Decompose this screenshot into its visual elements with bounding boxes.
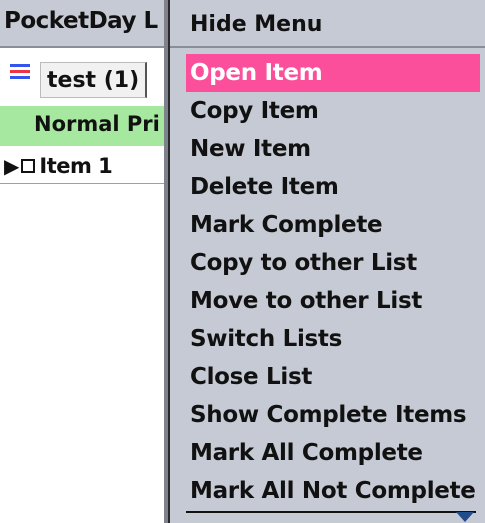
scroll-down-arrow-icon[interactable] xyxy=(456,512,474,522)
list-item-label: Item 1 xyxy=(39,153,113,178)
app-title: PocketDay L xyxy=(4,8,158,34)
menu-item-show-complete-items[interactable]: Show Complete Items xyxy=(186,396,480,434)
list-selector-label: test (1) xyxy=(47,67,140,93)
hide-menu-button[interactable]: Hide Menu xyxy=(170,0,485,48)
menu-item-copy-item[interactable]: Copy Item xyxy=(186,92,480,130)
menu-item-copy-to-other-list[interactable]: Copy to other List xyxy=(186,244,480,282)
menu-divider xyxy=(186,511,476,513)
menu-item-mark-complete[interactable]: Mark Complete xyxy=(186,206,480,244)
checkbox-empty-icon[interactable] xyxy=(21,158,36,173)
hide-menu-label: Hide Menu xyxy=(190,12,323,37)
menu-item-move-to-other-list[interactable]: Move to other List xyxy=(186,282,480,320)
context-menu: Hide Menu Open Item Copy Item New Item D… xyxy=(168,0,485,523)
list-selector-dropdown[interactable]: test (1) xyxy=(40,62,148,98)
menu-item-mark-all-complete[interactable]: Mark All Complete xyxy=(186,434,480,472)
menu-item-delete-item[interactable]: Delete Item xyxy=(186,168,480,206)
menu-item-open-item[interactable]: Open Item xyxy=(186,54,480,92)
priority-group-label: Normal Pri xyxy=(34,112,160,136)
menu-item-switch-lists[interactable]: Switch Lists xyxy=(186,320,480,358)
menu-item-list: Open Item Copy Item New Item Delete Item… xyxy=(186,54,480,510)
menu-item-close-list[interactable]: Close List xyxy=(186,358,480,396)
menu-item-mark-all-not-complete[interactable]: Mark All Not Complete xyxy=(186,472,480,510)
list-lines-icon[interactable] xyxy=(10,64,30,84)
triangle-right-icon[interactable]: ▶ xyxy=(4,156,19,176)
menu-item-new-item[interactable]: New Item xyxy=(186,130,480,168)
